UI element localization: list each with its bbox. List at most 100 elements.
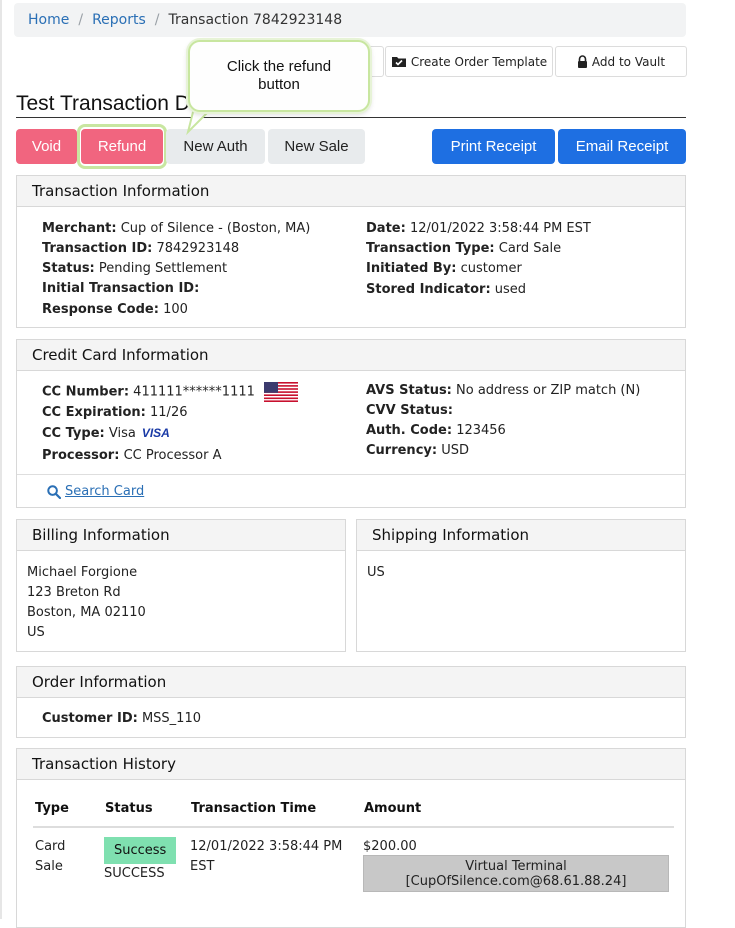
history-status-text: SUCCESS [104,866,165,881]
currency-value: USD [441,443,469,458]
search-icon [47,484,61,499]
history-amount-cell: $200.00 Virtual Terminal [CupOfSilence.c… [362,827,674,893]
transaction-type-field: Transaction Type: Card Sale [366,241,561,256]
billing-address: Michael Forgione 123 Breton Rd Boston, M… [27,563,146,643]
breadcrumb-separator: / [154,12,160,28]
refund-button[interactable]: Refund [81,129,163,164]
billing-city: Boston, MA 02110 [27,605,146,620]
stored-indicator-field: Stored Indicator: used [366,282,526,297]
column-header-amount: Amount [362,801,674,828]
transaction-type-label: Transaction Type: [366,241,495,256]
cvv-status-label: CVV Status: [366,403,453,418]
merchant-label: Merchant: [42,221,117,236]
billing-name: Michael Forgione [27,565,138,580]
transaction-id-field: Transaction ID: 7842923148 [42,241,239,256]
transaction-id-value: 7842923148 [156,241,240,256]
customer-id-label: Customer ID: [42,711,138,726]
card-panel-divider [17,474,685,475]
breadcrumb-separator: / [78,12,84,28]
search-card-link[interactable]: Search Card [47,484,144,499]
stored-indicator-value: used [494,282,527,297]
create-order-template-button[interactable]: Create Order Template [385,46,553,77]
source-line: Virtual Terminal [465,859,567,874]
cvv-status-field: CVV Status: [366,403,453,418]
left-border [0,0,2,919]
history-status-cell: Success SUCCESS [103,827,189,893]
credit-card-information-title: Credit Card Information [17,340,685,371]
transaction-type-value: Card Sale [498,241,562,256]
history-amount: $200.00 [363,839,417,854]
callout-text: Click the refund button [226,58,332,93]
lock-icon [577,55,587,68]
stored-indicator-label: Stored Indicator: [366,282,491,297]
transaction-information-panel: Transaction Information Merchant: Cup of… [16,175,686,328]
add-to-vault-label: Add to Vault [591,54,666,69]
status-value: Pending Settlement [98,261,228,276]
breadcrumb: Home / Reports / Transaction 7842923148 [14,3,686,37]
status-label: Status: [42,261,95,276]
cc-type-value: Visa [108,426,136,441]
processor-label: Processor: [42,448,120,463]
cc-expiration-label: CC Expiration: [42,405,146,420]
column-header-transaction-time: Transaction Time [189,801,362,828]
initial-transaction-id-field: Initial Transaction ID: [42,281,199,296]
shipping-information-title: Shipping Information [357,520,685,551]
void-button[interactable]: Void [16,129,77,164]
order-information-title: Order Information [17,667,685,698]
currency-label: Currency: [366,443,438,458]
add-to-vault-button[interactable]: Add to Vault [555,46,687,77]
date-field: Date: 12/01/2022 3:58:44 PM EST [366,221,591,236]
breadcrumb-current: Transaction 7842923148 [168,12,343,28]
transaction-information-title: Transaction Information [17,176,685,207]
table-row: Card Sale Success SUCCESS 12/01/2022 3:5… [33,827,674,893]
transaction-history-panel: Transaction History Type Status Transact… [16,748,686,928]
auth-code-label: Auth. Code: [366,423,453,438]
order-information-panel: Order Information Customer ID: MSS_110 [16,666,686,738]
currency-field: Currency: USD [366,443,469,458]
customer-id-field: Customer ID: MSS_110 [42,711,201,726]
breadcrumb-home-link[interactable]: Home [28,12,69,28]
date-label: Date: [366,221,406,236]
history-time-line: EST [190,859,215,874]
initiated-by-value: customer [460,261,522,276]
customer-id-value: MSS_110 [141,711,201,726]
shipping-country: US [367,565,385,580]
response-code-value: 100 [163,302,188,317]
cc-type-field: CC Type: Visa VISA [42,426,170,441]
column-header-status: Status [103,801,189,828]
breadcrumb-reports-link[interactable]: Reports [92,12,146,28]
initial-transaction-id-label: Initial Transaction ID: [42,281,200,296]
source-line: [CupOfSilence.com@68.61.88.24] [405,874,627,889]
merchant-value: Cup of Silence - (Boston, MA) [120,221,311,236]
history-type-line: Sale [35,859,63,874]
search-card-label: Search Card [65,484,145,499]
folder-check-icon [391,57,406,67]
billing-information-title: Billing Information [17,520,345,551]
avs-status-field: AVS Status: No address or ZIP match (N) [366,383,640,398]
column-header-type: Type [33,801,103,828]
credit-card-information-panel: Credit Card Information CC Number: 41111… [16,339,686,508]
billing-street: 123 Breton Rd [27,585,121,600]
transaction-history-table: Type Status Transaction Time Amount Card… [33,801,674,893]
instruction-callout: Click the refund button [188,40,370,112]
cc-expiration-value: 11/26 [150,405,188,420]
processor-field: Processor: CC Processor A [42,448,222,463]
virtual-terminal-source: Virtual Terminal [CupOfSilence.com@68.61… [363,855,669,892]
cc-expiration-field: CC Expiration: 11/26 [42,405,187,420]
cc-type-label: CC Type: [42,426,105,441]
merchant-field: Merchant: Cup of Silence - (Boston, MA) [42,221,310,236]
print-receipt-button[interactable]: Print Receipt [432,129,555,164]
billing-country: US [27,625,45,640]
visa-logo-icon: VISA [141,426,170,440]
status-badge: Success [104,837,177,864]
us-flag-icon [264,382,299,402]
history-type-cell: Card Sale [33,827,103,893]
new-sale-button[interactable]: New Sale [268,129,365,164]
cc-number-value: 411111******1111 [133,384,255,400]
email-receipt-button[interactable]: Email Receipt [558,129,686,164]
response-code-field: Response Code: 100 [42,302,188,317]
shipping-address: US [367,563,385,583]
create-order-template-label: Create Order Template [410,54,548,69]
response-code-label: Response Code: [42,302,159,317]
status-field: Status: Pending Settlement [42,261,227,276]
